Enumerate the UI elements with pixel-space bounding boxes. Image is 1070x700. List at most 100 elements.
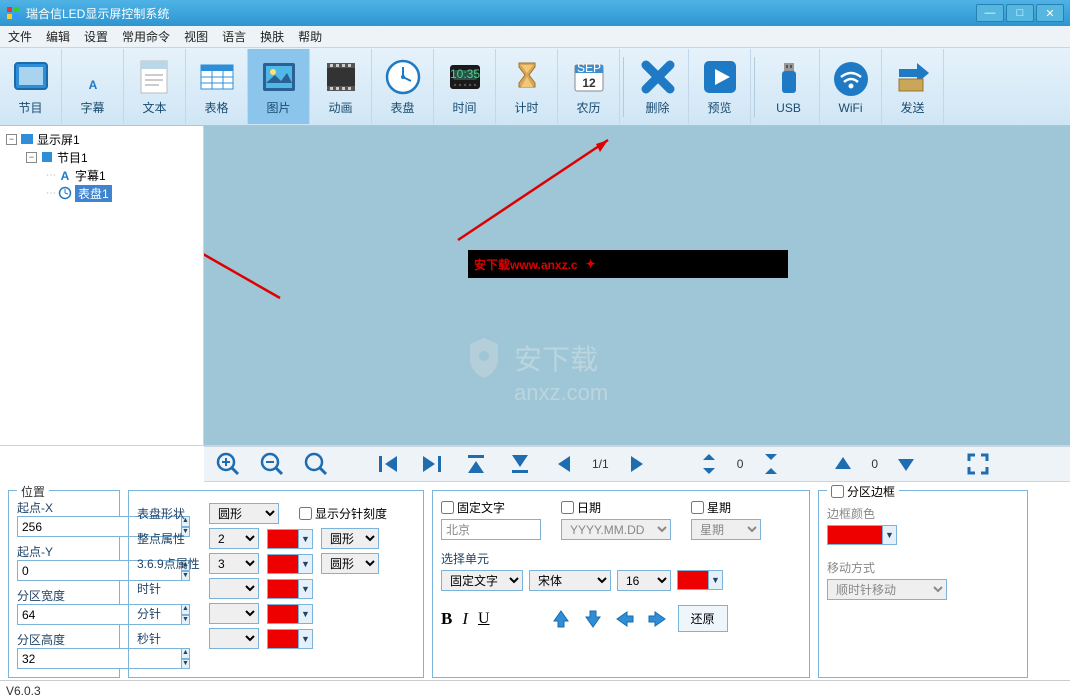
unit-select[interactable]: 固定文字 (441, 570, 523, 591)
second-color[interactable]: ▼ (267, 629, 313, 649)
tree-subtitle-item[interactable]: ⋯A字幕1 (2, 166, 201, 184)
svg-text:SEP: SEP (576, 61, 600, 75)
subtitle-icon: A (73, 57, 113, 97)
zoom-in-button[interactable] (212, 449, 244, 479)
q369-size-select[interactable]: 3 (209, 553, 259, 574)
zoom-reset-button[interactable] (300, 449, 332, 479)
tree-clock-item[interactable]: ⋯表盘1 (2, 184, 201, 202)
toolbar-wifi[interactable]: WiFi (820, 49, 882, 124)
close-button[interactable]: ✕ (1036, 4, 1064, 22)
nav-last-button[interactable] (416, 449, 448, 479)
border-color[interactable]: ▼ (827, 525, 897, 545)
bold-button[interactable]: B (441, 609, 452, 629)
table-icon (197, 57, 237, 97)
svg-text:A: A (61, 169, 70, 182)
font-select[interactable]: 宋体 (529, 570, 611, 591)
show-minute-checkbox[interactable] (299, 507, 312, 520)
border-enable-checkbox[interactable] (831, 485, 844, 498)
toolbar-timer[interactable]: 计时 (496, 49, 558, 124)
toolbar-time[interactable]: 10:35时间 (434, 49, 496, 124)
week-checkbox[interactable] (691, 501, 704, 514)
hour-size-select[interactable] (209, 578, 259, 599)
toolbar-usb[interactable]: USB (758, 49, 820, 124)
border-box: 分区边框 边框颜色 ▼ 移动方式 顺时针移动 (818, 490, 1028, 678)
timer-icon (507, 57, 547, 97)
zoom-out-button[interactable] (256, 449, 288, 479)
border-move-select[interactable]: 顺时针移动 (827, 579, 947, 600)
arrow-down-button[interactable] (582, 608, 604, 630)
toolbar-delete[interactable]: 删除 (627, 49, 689, 124)
clock-icon (383, 57, 423, 97)
preview-canvas: 安下载www.anxz.c✦ 安下载 anxz.com (204, 126, 1070, 445)
time-icon: 10:35 (445, 57, 485, 97)
hour-color[interactable]: ▼ (267, 579, 313, 599)
date-format-select[interactable]: YYYY.MM.DD (561, 519, 671, 540)
italic-button[interactable]: I (462, 609, 468, 629)
week-format-select[interactable]: 星期 (691, 519, 761, 540)
title-bar: 瑞合信LED显示屏控制系统 — □ ✕ (0, 0, 1070, 26)
menu-language[interactable]: 语言 (222, 28, 246, 45)
arrow-right-button[interactable] (646, 608, 668, 630)
toolbar-calendar[interactable]: SEP12农历 (558, 49, 620, 124)
fixed-text-checkbox[interactable] (441, 501, 454, 514)
menu-help[interactable]: 帮助 (298, 28, 322, 45)
position-box: 位置 起点-X ▲▼ 起点-Y ▲▼ 分区宽度 ▲▼ 分区高度 ▲▼ (8, 490, 120, 678)
toolbar-animation[interactable]: 动画 (310, 49, 372, 124)
nav-first-button[interactable] (372, 449, 404, 479)
date-checkbox[interactable] (561, 501, 574, 514)
menu-common[interactable]: 常用命令 (122, 28, 170, 45)
minute-color[interactable]: ▼ (267, 604, 313, 624)
toolbar-text[interactable]: 文本 (124, 49, 186, 124)
arrow-up-button[interactable] (550, 608, 572, 630)
menu-view[interactable]: 视图 (184, 28, 208, 45)
whole-shape-select[interactable]: 圆形 (321, 528, 379, 549)
menu-skin[interactable]: 换肤 (260, 28, 284, 45)
tree-root[interactable]: −显示屏1 (2, 130, 201, 148)
nav-top-button[interactable] (460, 449, 492, 479)
toolbar-preview[interactable]: 预览 (689, 49, 751, 124)
menu-file[interactable]: 文件 (8, 28, 32, 45)
whole-color[interactable]: ▼ (267, 529, 313, 549)
q369-shape-select[interactable]: 圆形 (321, 553, 379, 574)
calendar-icon: SEP12 (569, 57, 609, 97)
expand-vert-value: 0 (737, 457, 744, 471)
toolbar-program[interactable]: 节目 (0, 49, 62, 124)
collapse-vert-button[interactable] (755, 449, 787, 479)
menu-settings[interactable]: 设置 (84, 28, 108, 45)
underline-button[interactable]: U (478, 610, 490, 628)
menu-bar: 文件 编辑 设置 常用命令 视图 语言 换肤 帮助 (0, 26, 1070, 48)
restore-button[interactable]: 还原 (678, 605, 728, 632)
fullscreen-button[interactable] (962, 449, 994, 479)
svg-text:10:35: 10:35 (449, 67, 479, 81)
whole-size-select[interactable]: 2 (209, 528, 259, 549)
minimize-button[interactable]: — (976, 4, 1004, 22)
arrow-left-button[interactable] (614, 608, 636, 630)
toolbar-subtitle[interactable]: A字幕 (62, 49, 124, 124)
text-settings-box: 固定文字 日期YYYY.MM.DD 星期星期 选择单元 固定文字 宋体 16 ▼… (432, 490, 810, 678)
q369-color[interactable]: ▼ (267, 554, 313, 574)
text-color[interactable]: ▼ (677, 570, 723, 590)
toolbar-clock[interactable]: 表盘 (372, 49, 434, 124)
version-label: V6.0.3 (6, 684, 41, 698)
nav-prev-button[interactable] (548, 449, 580, 479)
nav-next-button[interactable] (621, 449, 653, 479)
shape-select[interactable]: 圆形 (209, 503, 279, 524)
toolbar-image[interactable]: 图片 (248, 49, 310, 124)
toolbar-send[interactable]: 发送 (882, 49, 944, 124)
minute-size-select[interactable] (209, 603, 259, 624)
maximize-button[interactable]: □ (1006, 4, 1034, 22)
expand-vert-button[interactable] (693, 449, 725, 479)
toolbar-table[interactable]: 表格 (186, 49, 248, 124)
move-down-button[interactable] (890, 449, 922, 479)
clock-shape-box: 表盘形状圆形显示分针刻度 整点属性2▼圆形 3.6.9点属性3▼圆形 时针▼ 分… (128, 490, 424, 678)
fixed-text-input[interactable] (441, 519, 541, 540)
project-tree: −显示屏1 −节目1 ⋯A字幕1 ⋯表盘1 (0, 126, 204, 445)
menu-edit[interactable]: 编辑 (46, 28, 70, 45)
nav-bottom-button[interactable] (504, 449, 536, 479)
font-size-select[interactable]: 16 (617, 570, 671, 591)
tree-program[interactable]: −节目1 (2, 148, 201, 166)
svg-text:12: 12 (582, 76, 596, 90)
move-up-button[interactable] (827, 449, 859, 479)
second-size-select[interactable] (209, 628, 259, 649)
send-icon (893, 57, 933, 97)
